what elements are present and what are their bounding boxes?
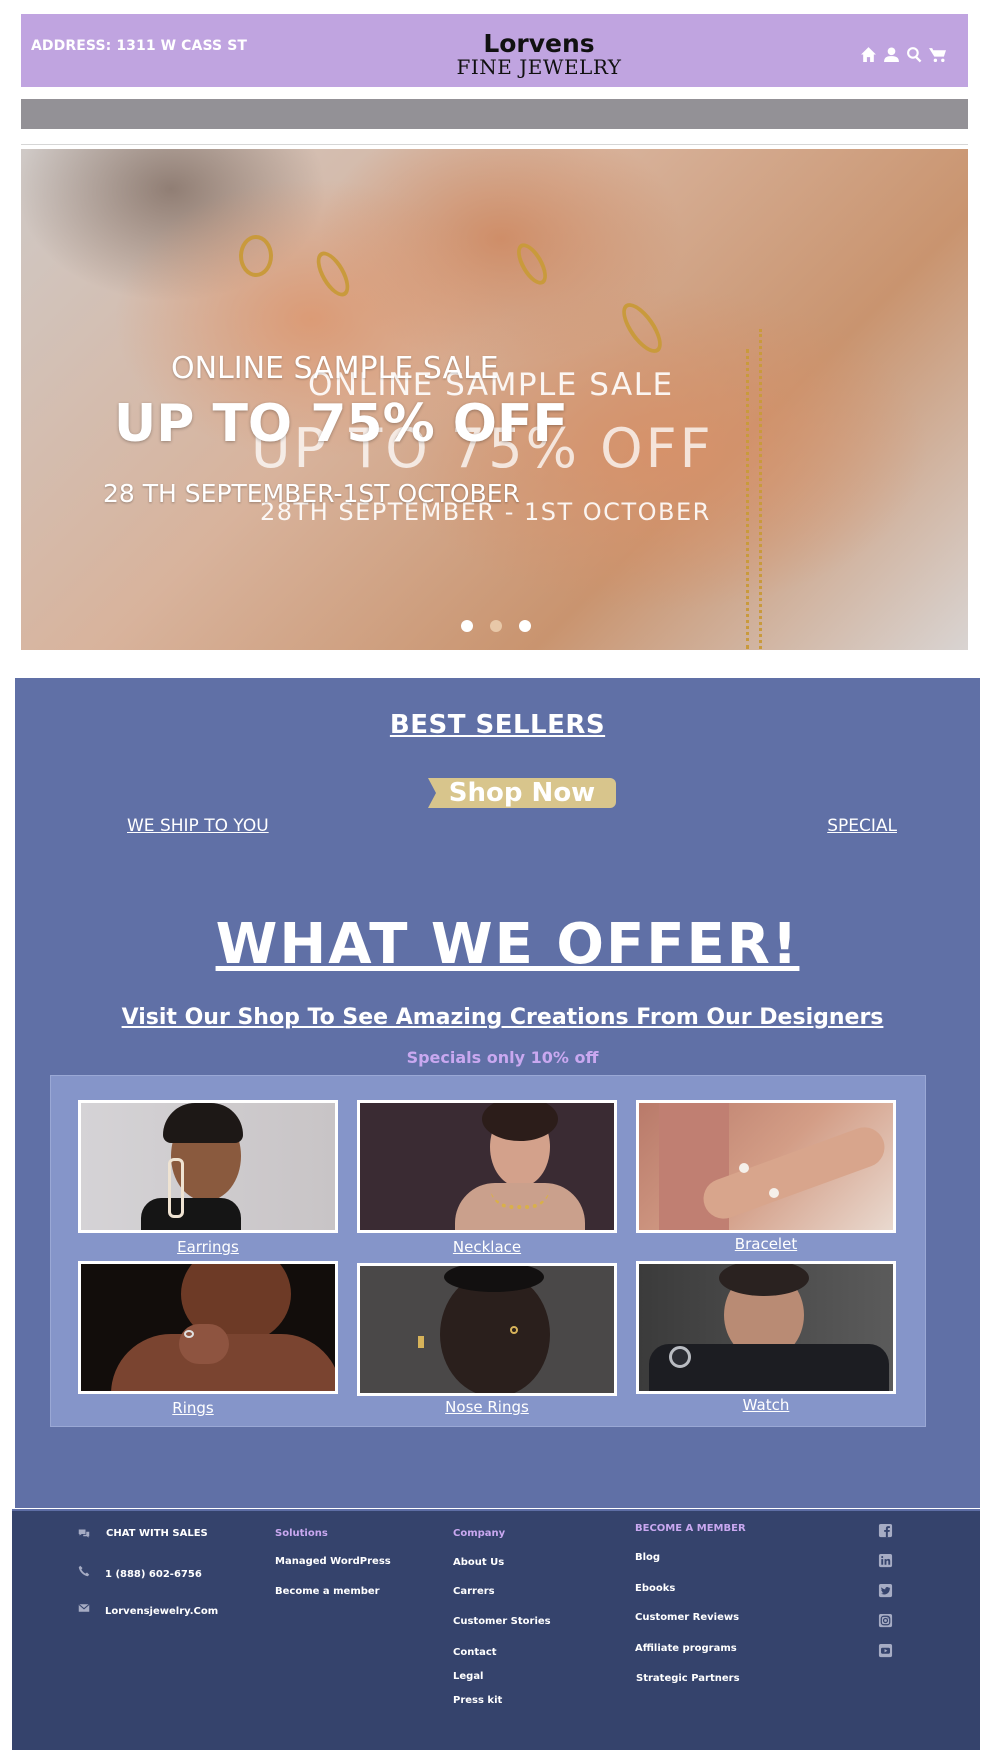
chat-with-sales[interactable]: CHAT WITH SALES — [106, 1528, 208, 1539]
footer-link[interactable]: Strategic Partners — [636, 1673, 740, 1684]
visit-shop-link[interactable]: Visit Our Shop To See Amazing Creations … — [15, 1005, 980, 1030]
hero-banner[interactable]: ONLINE SAMPLE SALE UP TO 75% OFF 28TH SE… — [21, 149, 968, 650]
hero-chain — [746, 349, 749, 649]
product-label[interactable]: Earrings — [78, 1238, 338, 1256]
slider-dot-2[interactable] — [490, 620, 502, 632]
special-link[interactable]: SPECIAL — [827, 816, 897, 836]
cart-icon[interactable] — [929, 46, 946, 63]
product-label[interactable]: Rings — [48, 1399, 338, 1417]
hero-dates: 28 TH SEPTEMBER-1ST OCTOBER — [103, 479, 520, 508]
slider-dots — [461, 620, 531, 632]
slider-dot-3[interactable] — [519, 620, 531, 632]
product-image[interactable] — [78, 1261, 338, 1394]
address-text: ADDRESS: 1311 W CASS ST — [31, 38, 248, 54]
chat-icon — [78, 1525, 90, 1538]
site-footer: CHAT WITH SALES 1 (888) 602-6756 Lorvens… — [12, 1509, 980, 1750]
footer-link[interactable]: Ebooks — [635, 1583, 675, 1594]
product-image[interactable] — [78, 1100, 338, 1233]
nav-bar — [21, 99, 968, 129]
hero-headline: ONLINE SAMPLE SALE — [171, 351, 499, 386]
hero-earring — [239, 235, 273, 277]
footer-link[interactable]: Managed WordPress — [275, 1556, 391, 1567]
main-section: BEST SELLERS Shop Now WE SHIP TO YOU SPE… — [15, 678, 980, 1508]
ship-link[interactable]: WE SHIP TO YOU — [127, 816, 269, 836]
product-label[interactable]: Watch — [636, 1396, 896, 1414]
logo-subtitle: FINE JEWELRY — [456, 55, 622, 79]
header-icons — [860, 46, 946, 63]
site-header: ADDRESS: 1311 W CASS ST Lorvens FINE JEW… — [21, 14, 968, 87]
product-label[interactable]: Nose Rings — [357, 1398, 617, 1416]
best-sellers-link[interactable]: BEST SELLERS — [15, 710, 980, 740]
product-image[interactable] — [636, 1100, 896, 1233]
twitter-icon[interactable] — [878, 1583, 893, 1598]
email-link[interactable]: Lorvensjewelry.Com — [105, 1606, 218, 1617]
divider — [21, 144, 968, 145]
footer-link[interactable]: About Us — [453, 1557, 504, 1568]
product-label[interactable]: Bracelet — [636, 1235, 896, 1253]
linkedin-icon[interactable] — [878, 1553, 893, 1568]
footer-link[interactable]: Legal — [453, 1671, 484, 1682]
footer-link[interactable]: Blog — [635, 1552, 660, 1563]
product-card[interactable]: Necklace — [357, 1100, 617, 1256]
youtube-icon[interactable] — [878, 1643, 893, 1658]
footer-link[interactable]: Affiliate programs — [635, 1643, 737, 1654]
hero-ring — [310, 246, 356, 302]
user-icon[interactable] — [883, 46, 900, 63]
footer-link[interactable]: Carrers — [453, 1586, 495, 1597]
hero-ring — [614, 296, 670, 360]
logo[interactable]: Lorvens FINE JEWELRY — [439, 29, 639, 79]
product-image[interactable] — [636, 1261, 896, 1394]
product-card[interactable]: Nose Rings — [357, 1263, 617, 1416]
member-heading: BECOME A MEMBER — [635, 1523, 746, 1534]
product-card[interactable]: Bracelet — [636, 1100, 896, 1253]
product-grid: Earrings Necklace Bracelet Rings Nose Ri… — [50, 1075, 926, 1427]
shop-now-button[interactable]: Shop Now — [428, 778, 616, 808]
facebook-icon[interactable] — [878, 1523, 893, 1538]
home-icon[interactable] — [860, 46, 877, 63]
solutions-heading: Solutions — [275, 1528, 328, 1539]
product-image[interactable] — [357, 1100, 617, 1233]
company-heading: Company — [453, 1528, 506, 1539]
search-icon[interactable] — [906, 46, 923, 63]
footer-link[interactable]: Press kit — [453, 1695, 502, 1706]
footer-link[interactable]: Customer Stories — [453, 1616, 551, 1627]
mail-icon — [78, 1599, 90, 1612]
slider-dot-1[interactable] — [461, 620, 473, 632]
instagram-icon[interactable] — [878, 1613, 893, 1628]
specials-note: Specials only 10% off — [406, 1048, 599, 1067]
phone-icon — [78, 1562, 90, 1577]
logo-name: Lorvens — [483, 29, 595, 58]
hero-ring — [510, 238, 554, 290]
product-card[interactable]: Rings — [78, 1261, 338, 1417]
hero-chain — [759, 329, 762, 649]
footer-link[interactable]: Contact — [453, 1647, 497, 1658]
product-card[interactable]: Watch — [636, 1261, 896, 1414]
product-label[interactable]: Necklace — [357, 1238, 617, 1256]
footer-link[interactable]: Customer Reviews — [635, 1612, 739, 1623]
offer-title: WHAT WE OFFER! — [215, 912, 800, 977]
footer-link[interactable]: Become a member — [275, 1586, 380, 1597]
product-card[interactable]: Earrings — [78, 1100, 338, 1256]
hero-discount: UP TO 75% OFF — [114, 394, 569, 454]
product-image[interactable] — [357, 1263, 617, 1396]
phone-number[interactable]: 1 (888) 602-6756 — [105, 1569, 202, 1580]
